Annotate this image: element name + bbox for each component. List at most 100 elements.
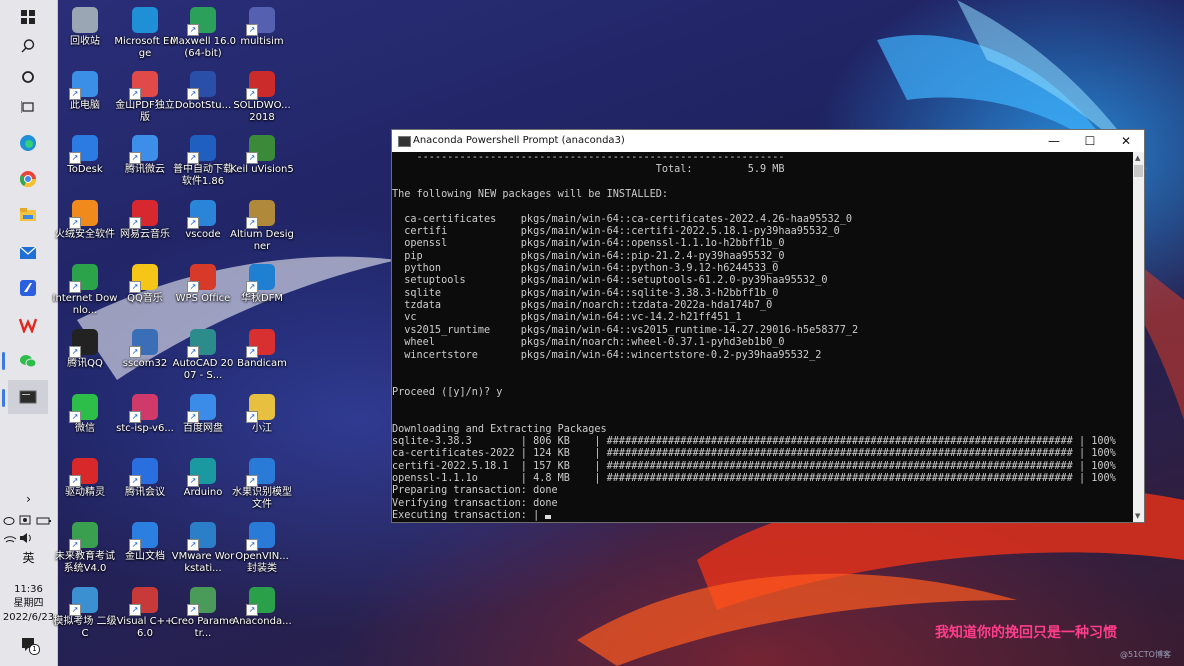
desktop-icon[interactable]: ↗ Visual C++ 6.0: [114, 583, 176, 643]
taskbar-terminal[interactable]: [8, 380, 48, 414]
desktop-icon[interactable]: ↗ 华秋DFM: [231, 260, 293, 320]
desktop-icon[interactable]: ↗ stc-isp-v6...: [114, 390, 176, 450]
maximize-button[interactable]: ☐: [1072, 130, 1108, 152]
network-volume[interactable]: [3, 530, 52, 544]
desktop-icon[interactable]: ↗ 普中自动下载软件1.86: [172, 131, 234, 191]
shortcut-arrow-icon: ↗: [246, 281, 258, 293]
desktop-icon[interactable]: ↗ Creo Parametr...: [171, 583, 235, 643]
desktop-icon[interactable]: Microsoft Edge: [114, 3, 176, 63]
desktop-icon[interactable]: ↗ 金山PDF独立版: [114, 67, 176, 127]
desktop-icon[interactable]: ↗ 水果识别模型文件: [231, 454, 293, 514]
clock-time[interactable]: 11:36: [0, 583, 57, 596]
shortcut-arrow-icon: ↗: [246, 411, 258, 423]
terminal-titlebar[interactable]: Anaconda Powershell Prompt (anaconda3) —…: [392, 130, 1144, 152]
terminal-line: tzdata pkgs/main/noarch::tzdata-2022a-hd…: [392, 300, 773, 312]
clock-weekday[interactable]: 星期四: [0, 597, 57, 610]
taskbar-wechat[interactable]: [8, 344, 48, 378]
notification-center-button[interactable]: 1: [20, 636, 40, 655]
taskbar-mail[interactable]: [8, 236, 48, 270]
desktop-icon[interactable]: ↗ WPS Office: [172, 260, 234, 320]
desktop-icon[interactable]: ↗ 微信: [54, 390, 116, 450]
desktop-icon[interactable]: ↗ 未来教育考试系统V4.0: [54, 518, 116, 578]
desktop-icon-label: Microsoft Edge: [114, 36, 176, 59]
terminal-output[interactable]: ----------------------------------------…: [392, 152, 1132, 522]
taskbar-edge[interactable]: [8, 126, 48, 160]
cortana-button[interactable]: [8, 60, 48, 94]
terminal-line: openssl pkgs/main/win-64::openssl-1.1.1o…: [392, 238, 785, 250]
app-icon: ↗: [129, 522, 158, 551]
taskbar: › 英 11:36 星期四 2022/6/23 1: [0, 0, 58, 666]
desktop-icon[interactable]: ↗ 此电脑: [54, 67, 116, 127]
desktop-icon[interactable]: ↗ 网易云音乐: [114, 196, 176, 256]
taskbar-wps[interactable]: [8, 308, 48, 342]
desktop-icon[interactable]: ↗ Maxwell 16.0 (64-bit): [170, 3, 236, 63]
search-button[interactable]: [8, 29, 48, 63]
wps-icon: [19, 318, 37, 333]
shortcut-arrow-icon: ↗: [246, 24, 258, 36]
terminal-scrollbar[interactable]: ▲ ▼: [1133, 152, 1144, 522]
desktop-icon[interactable]: ↗ VMware Workstati...: [172, 518, 234, 578]
desktop-icon[interactable]: ↗ Arduino: [172, 454, 234, 514]
credit-watermark: @51CTO博客: [1120, 650, 1171, 659]
shortcut-arrow-icon: ↗: [129, 281, 141, 293]
terminal-line: ca-certificates pkgs/main/win-64::ca-cer…: [392, 213, 853, 225]
desktop-icon[interactable]: ↗ 驱动精灵: [54, 454, 116, 514]
minimize-button[interactable]: —: [1036, 130, 1072, 152]
desktop-icon[interactable]: ↗ 小江: [231, 390, 293, 450]
shortcut-arrow-icon: ↗: [246, 475, 258, 487]
app-icon: ↗: [129, 394, 158, 423]
task-view-button[interactable]: [8, 90, 48, 124]
scroll-thumb[interactable]: [1134, 165, 1143, 177]
terminal-line: certifi-2022.5.18.1 | 157 KB | #########…: [392, 460, 1116, 472]
scroll-down-arrow-icon[interactable]: ▼: [1135, 512, 1140, 520]
desktop-icon[interactable]: ↗ 金山文档: [114, 518, 176, 578]
app-icon: ↗: [246, 522, 275, 551]
app-icon: ↗: [246, 587, 275, 616]
taskbar-chrome[interactable]: [8, 162, 48, 196]
tray-expand-chevron-icon[interactable]: ›: [0, 493, 57, 506]
desktop-icon[interactable]: ↗ SOLIDWO... 2018: [231, 67, 293, 127]
app-icon: ↗: [246, 200, 275, 229]
terminal-line: sqlite-3.38.3 | 806 KB | ###############…: [392, 435, 1116, 447]
desktop-icon[interactable]: 回收站: [54, 3, 116, 63]
desktop-icon[interactable]: ↗ AutoCAD 2007 - S...: [172, 325, 234, 385]
app-icon: ↗: [69, 264, 98, 293]
desktop-icon[interactable]: ↗ 腾讯会议: [114, 454, 176, 514]
desktop-icon-label: 微信: [75, 423, 95, 434]
taskbar-app-blue[interactable]: [8, 271, 48, 305]
desktop-icon[interactable]: ↗ Keil uVision5: [230, 131, 294, 191]
desktop-icon[interactable]: ↗ 腾讯微云: [114, 131, 176, 191]
ime-indicator[interactable]: 英: [0, 552, 57, 565]
terminal-line: pip pkgs/main/win-64::pip-21.2.4-py39haa…: [392, 250, 785, 262]
desktop-icon[interactable]: ↗ Bandicam: [231, 325, 293, 385]
desktop-icon[interactable]: ↗ multisim: [231, 3, 293, 63]
window-title: Anaconda Powershell Prompt (anaconda3): [413, 135, 625, 146]
close-button[interactable]: ✕: [1108, 130, 1144, 152]
desktop-icon-label: 金山PDF独立版: [115, 100, 175, 123]
desktop-icon[interactable]: ↗ OpenVIN... 封装类: [231, 518, 293, 578]
desktop-icon[interactable]: ↗ ToDesk: [54, 131, 116, 191]
desktop-icon-label: 驱动精灵: [65, 487, 105, 498]
desktop-icon[interactable]: ↗ vscode: [172, 196, 234, 256]
terminal-line: Proceed ([y]/n)? y: [392, 386, 503, 398]
desktop-icon[interactable]: ↗ Internet Downlo...: [53, 260, 117, 320]
taskbar-file-explorer[interactable]: [8, 198, 48, 232]
shortcut-arrow-icon: ↗: [187, 604, 199, 616]
scroll-up-arrow-icon[interactable]: ▲: [1135, 154, 1140, 162]
desktop-icon[interactable]: ↗ DobotStu...: [172, 67, 234, 127]
desktop-icon[interactable]: ↗ 腾讯QQ: [54, 325, 116, 385]
terminal-window[interactable]: Anaconda Powershell Prompt (anaconda3) —…: [391, 129, 1145, 523]
desktop-icon[interactable]: ↗ 火绒安全软件: [54, 196, 116, 256]
desktop-icon[interactable]: ↗ QQ音乐: [114, 260, 176, 320]
clock-date[interactable]: 2022/6/23: [0, 611, 57, 624]
desktop-icon-label: 百度网盘: [183, 423, 223, 434]
desktop-icon-label: AutoCAD 2007 - S...: [172, 358, 234, 381]
desktop-icon[interactable]: ↗ 模拟考场 二级C: [53, 583, 117, 643]
desktop-icon[interactable]: ↗ Altium Designer: [230, 196, 294, 256]
desktop-icon[interactable]: ↗ sscom32: [114, 325, 176, 385]
desktop-icon[interactable]: ↗ Anaconda...: [231, 583, 293, 643]
chrome-icon: [19, 171, 37, 188]
desktop-icon[interactable]: ↗ 百度网盘: [172, 390, 234, 450]
